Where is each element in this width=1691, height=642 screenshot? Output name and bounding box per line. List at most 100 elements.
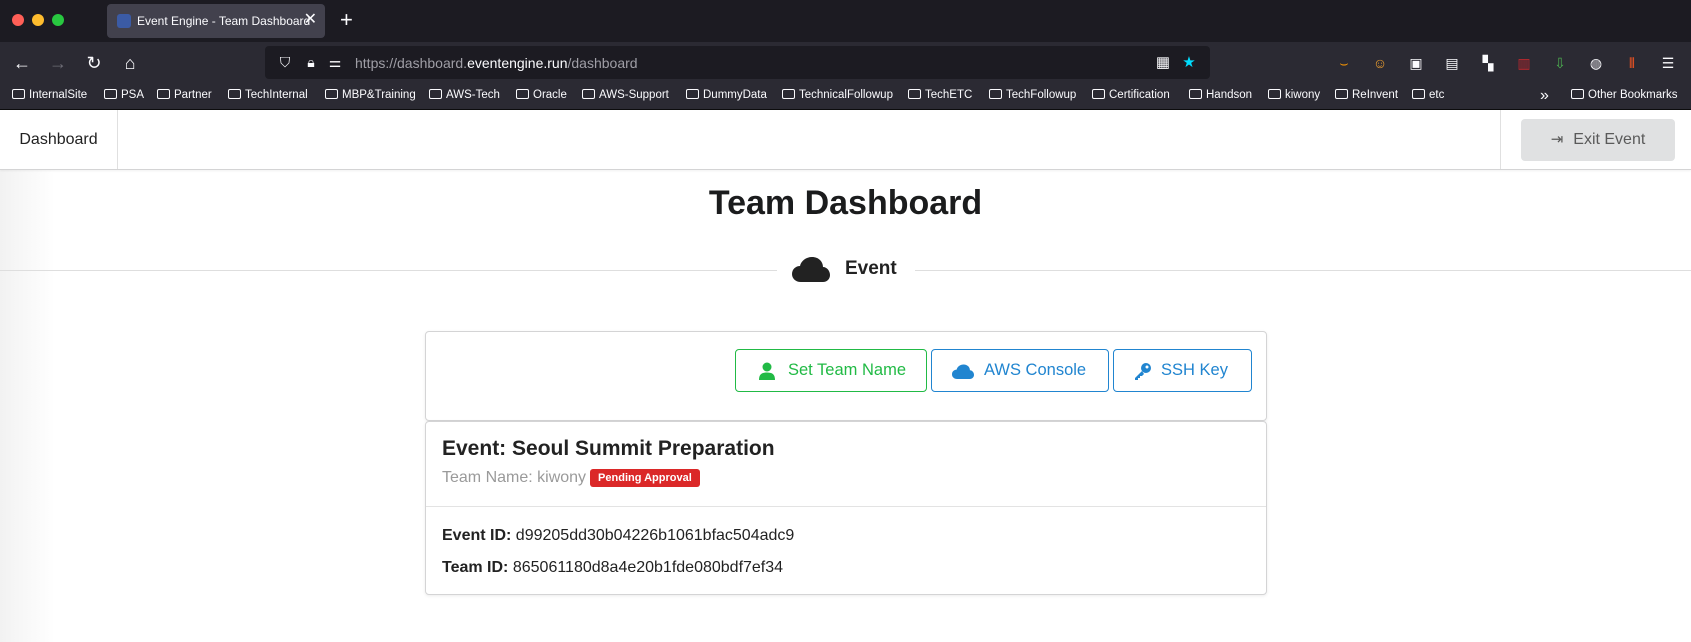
bookmark-item[interactable]: AWS-Tech: [429, 89, 500, 101]
key-icon: [1135, 363, 1151, 380]
team-id-label: Team ID:: [442, 559, 509, 576]
folder-icon: [1189, 89, 1202, 99]
folder-icon: [1335, 89, 1348, 99]
user-icon: [759, 362, 775, 380]
folder-icon: [1412, 89, 1425, 99]
folder-icon: [1571, 89, 1584, 99]
globe-extension-icon[interactable]: ◍: [1586, 53, 1606, 73]
apps-extension-icon[interactable]: ▚: [1478, 53, 1498, 73]
exit-event-label: Exit Event: [1573, 131, 1646, 148]
bookmark-item[interactable]: TechETC: [908, 89, 972, 101]
bookmark-item[interactable]: Oracle: [516, 89, 567, 101]
set-team-name-label: Set Team Name: [788, 361, 906, 379]
page-content: Dashboard ⇥ Exit Event Team Dashboard Eve…: [0, 110, 1691, 642]
event-info-card: Event: Seoul Summit Preparation Team Nam…: [425, 421, 1267, 595]
bookmark-item[interactable]: etc: [1412, 89, 1444, 101]
bookmark-item[interactable]: AWS-Support: [582, 89, 669, 101]
bookmark-item[interactable]: TechFollowup: [989, 89, 1076, 101]
bookmark-item[interactable]: InternalSite: [12, 89, 87, 101]
event-info-header: Event: Seoul Summit Preparation Team Nam…: [426, 422, 1266, 507]
folder-icon: [429, 89, 442, 99]
folder-icon: [516, 89, 529, 99]
folder-icon: [1092, 89, 1105, 99]
other-bookmarks[interactable]: Other Bookmarks: [1571, 89, 1677, 101]
status-badge: Pending Approval: [590, 469, 700, 487]
bookmark-item[interactable]: Handson: [1189, 89, 1252, 101]
forward-icon[interactable]: →: [46, 51, 70, 75]
divider-line: [0, 270, 777, 271]
address-bar[interactable]: ⛉ 🔒︎ ⚌ https://dashboard.eventengine.run…: [265, 46, 1210, 79]
team-name-label: Team Name: kiwony: [442, 469, 587, 486]
browser-tab[interactable]: Event Engine - Team Dashboard ✕: [107, 4, 325, 38]
page-title: Team Dashboard: [708, 184, 983, 222]
bookmark-item[interactable]: PSA: [104, 89, 144, 101]
bookmark-item[interactable]: TechnicalFollowup: [782, 89, 893, 101]
team-id-line: Team ID: 865061180d8a4e20b1fde080bdf7ef3…: [442, 559, 783, 577]
reload-icon[interactable]: ↻: [82, 51, 106, 75]
red-extension-icon[interactable]: ▥: [1514, 53, 1534, 73]
event-id-line: Event ID: d99205dd30b04226b1061bfac504ad…: [442, 527, 794, 545]
event-name: Event: Seoul Summit Preparation: [442, 437, 775, 460]
folder-icon: [228, 89, 241, 99]
bookmark-star-icon[interactable]: ★: [1180, 54, 1198, 72]
folder-icon: [908, 89, 921, 99]
menu-item-dashboard[interactable]: Dashboard: [0, 110, 118, 169]
reader-extension-icon[interactable]: ▣: [1406, 53, 1426, 73]
cloud-icon: [952, 364, 974, 379]
permissions-icon[interactable]: ⚌: [327, 54, 343, 70]
shield-icon[interactable]: ⛉: [277, 54, 293, 70]
ssh-key-button[interactable]: SSH Key: [1113, 349, 1252, 392]
folder-icon: [157, 89, 170, 99]
folder-icon: [582, 89, 595, 99]
folder-icon: [989, 89, 1002, 99]
team-id-value: 865061180d8a4e20b1fde080bdf7ef34: [512, 559, 784, 576]
browser-nav-bar: ← → ↻ ⌂ ⛉ 🔒︎ ⚌ https://dashboard.eventen…: [0, 42, 1691, 84]
url-text[interactable]: https://dashboard.eventengine.run/dashbo…: [355, 55, 638, 71]
lock-icon[interactable]: 🔒︎: [303, 54, 319, 70]
chevron-double-right-icon[interactable]: »: [1540, 87, 1549, 105]
tab-close-icon[interactable]: ✕: [304, 11, 317, 29]
favicon-icon: [117, 14, 131, 28]
bookmark-item[interactable]: Certification: [1092, 89, 1170, 101]
bookmark-item[interactable]: Partner: [157, 89, 212, 101]
exit-event-button[interactable]: ⇥ Exit Event: [1521, 119, 1675, 161]
folder-icon: [325, 89, 338, 99]
event-id-label: Event ID:: [442, 527, 512, 544]
pocket-extension-icon[interactable]: ▤: [1442, 53, 1462, 73]
bookmark-item[interactable]: DummyData: [686, 89, 767, 101]
bookmark-item[interactable]: kiwony: [1268, 89, 1320, 101]
back-icon[interactable]: ←: [10, 51, 34, 75]
set-team-name-button[interactable]: Set Team Name: [735, 349, 927, 392]
menu-icon[interactable]: ☰: [1658, 53, 1678, 73]
ssh-key-label: SSH Key: [1161, 361, 1228, 379]
folder-icon: [1268, 89, 1281, 99]
folder-icon: [104, 89, 117, 99]
monkey-extension-icon[interactable]: ☺: [1370, 53, 1390, 73]
top-menu: Dashboard ⇥ Exit Event: [0, 110, 1691, 170]
new-tab-button[interactable]: +: [340, 8, 353, 32]
browser-tab-bar: Event Engine - Team Dashboard ✕ +: [0, 0, 1691, 42]
minimize-window-button[interactable]: [32, 14, 44, 26]
page-edge-shadow: [0, 170, 55, 642]
sign-out-icon: ⇥: [1550, 131, 1564, 148]
bookmark-item[interactable]: ReInvent: [1335, 89, 1398, 101]
menu-right: ⇥ Exit Event: [1500, 110, 1691, 169]
divider-line: [915, 270, 1691, 271]
aws-console-button[interactable]: AWS Console: [931, 349, 1109, 392]
home-icon[interactable]: ⌂: [118, 51, 142, 75]
bookmark-item[interactable]: TechInternal: [228, 89, 308, 101]
cloud-icon: [792, 257, 830, 282]
team-name: Team Name: kiwony Pending Approval: [442, 469, 700, 487]
bookmarks-bar: InternalSite PSA Partner TechInternal MB…: [0, 84, 1691, 110]
zoom-window-button[interactable]: [52, 14, 64, 26]
folder-icon: [12, 89, 25, 99]
bookmark-item[interactable]: MBP&Training: [325, 89, 416, 101]
chart-extension-icon[interactable]: ⫴: [1622, 53, 1642, 73]
event-id-value: d99205dd30b04226b1061bfac504adc9: [515, 527, 795, 544]
tab-title: Event Engine - Team Dashboard: [137, 14, 311, 28]
qr-code-icon[interactable]: ▦: [1154, 54, 1172, 72]
close-window-button[interactable]: [12, 14, 24, 26]
section-label: Event: [845, 258, 897, 279]
amazon-extension-icon[interactable]: ⌣: [1334, 53, 1354, 73]
download-extension-icon[interactable]: ⇩: [1550, 53, 1570, 73]
